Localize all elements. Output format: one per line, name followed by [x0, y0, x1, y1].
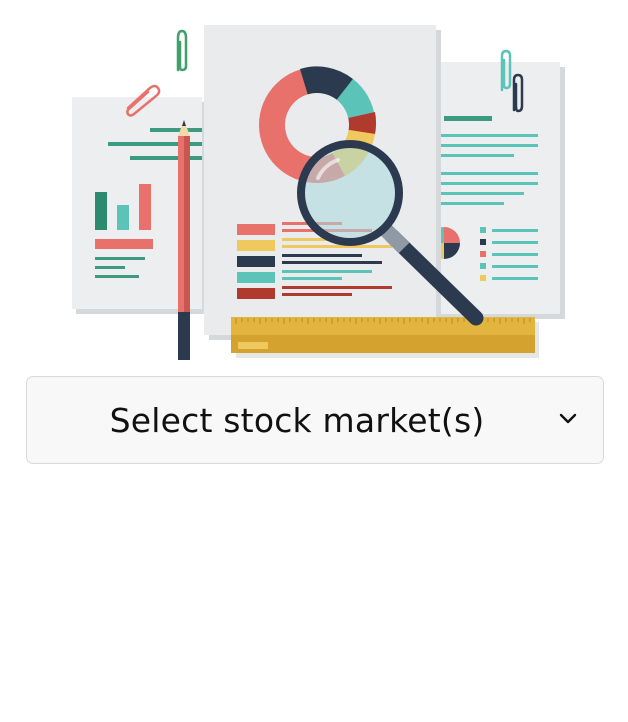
data-analysis-illustration — [0, 0, 628, 370]
stock-market-select-label: Select stock market(s) — [109, 401, 485, 440]
pencil-icon — [178, 120, 190, 360]
stock-market-select[interactable]: Select stock market(s) — [26, 376, 604, 464]
chevron-down-icon[interactable] — [559, 412, 577, 426]
ruler-icon — [231, 317, 539, 358]
right-report-paper — [428, 62, 565, 319]
